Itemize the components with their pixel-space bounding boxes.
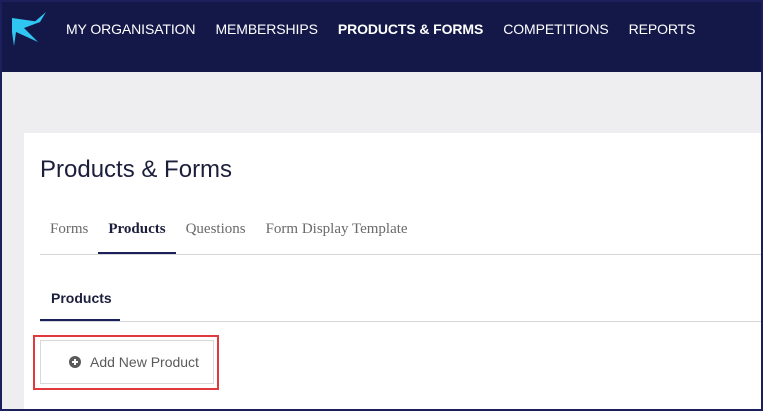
subtab-products[interactable]: Products — [40, 276, 120, 321]
tab-forms[interactable]: Forms — [40, 210, 98, 254]
main-nav: MY ORGANISATION MEMBERSHIPS PRODUCTS & F… — [66, 21, 715, 37]
nav-item-reports[interactable]: REPORTS — [629, 21, 696, 37]
nav-item-competitions[interactable]: COMPETITIONS — [503, 21, 608, 37]
logo-icon[interactable] — [10, 12, 46, 46]
tab-form-display-template[interactable]: Form Display Template — [256, 210, 418, 254]
highlight-box — [33, 335, 219, 390]
tab-products[interactable]: Products — [98, 210, 176, 254]
nav-item-memberships[interactable]: MEMBERSHIPS — [215, 21, 317, 37]
nav-item-products-forms[interactable]: PRODUCTS & FORMS — [338, 21, 484, 37]
tab-bar: Forms Products Questions Form Display Te… — [40, 210, 761, 255]
top-navigation-bar: MY ORGANISATION MEMBERSHIPS PRODUCTS & F… — [0, 0, 763, 72]
subtab-bar: Products — [40, 276, 761, 322]
nav-item-my-organisation[interactable]: MY ORGANISATION — [66, 21, 196, 37]
page-title: Products & Forms — [40, 156, 233, 183]
tab-questions[interactable]: Questions — [176, 210, 256, 254]
